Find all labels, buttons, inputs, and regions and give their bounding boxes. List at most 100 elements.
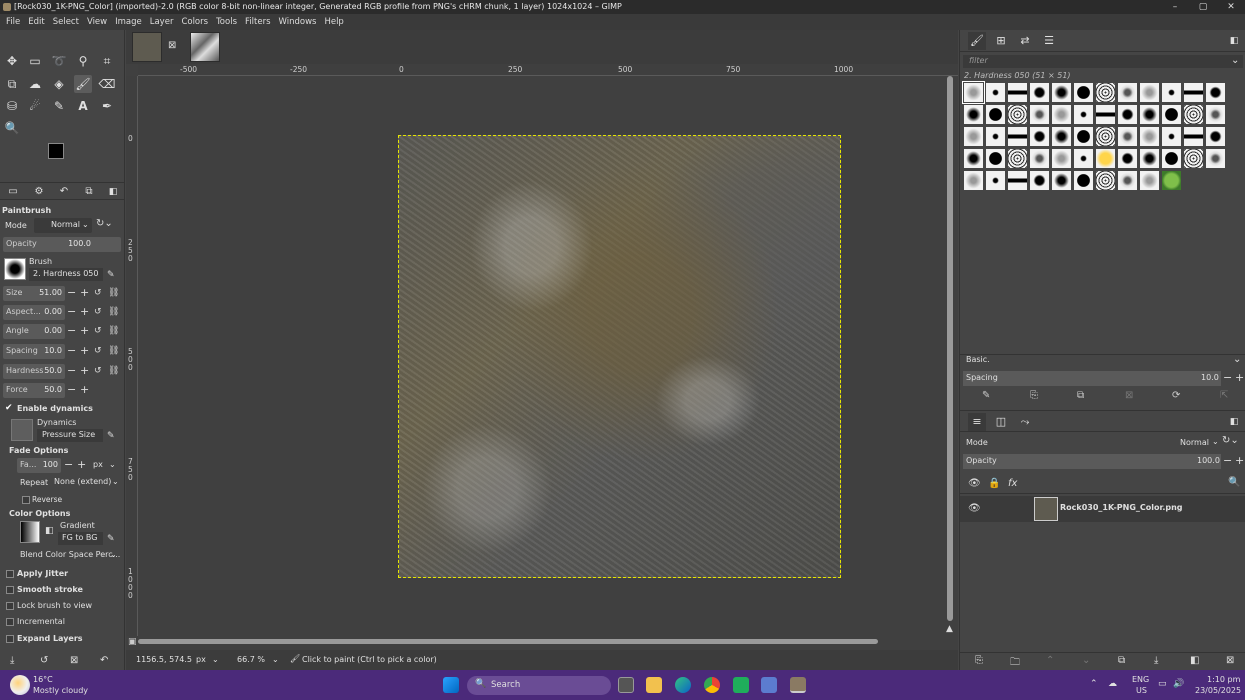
layer-mask-icon[interactable]: ◧ bbox=[1190, 655, 1199, 666]
layer-visibility-icon[interactable]: 👁 bbox=[968, 503, 981, 514]
angle-slider[interactable]: Angle 0.00 bbox=[3, 324, 65, 339]
vertical-scroll-thumb[interactable] bbox=[947, 76, 953, 621]
restore-options-icon[interactable]: ↺ bbox=[40, 654, 48, 668]
spacing-plus-icon[interactable]: + bbox=[80, 344, 89, 358]
paths-tool-icon[interactable]: ✎ bbox=[50, 97, 68, 115]
brush-thumbnail[interactable] bbox=[963, 148, 984, 169]
menu-file[interactable]: File bbox=[4, 17, 26, 27]
spacing-link-icon[interactable]: ⛓ bbox=[108, 344, 119, 358]
layer-search-icon[interactable]: 🔍 bbox=[1228, 477, 1240, 488]
menu-select[interactable]: Select bbox=[51, 17, 85, 27]
aspect-slider[interactable]: Aspect... 0.00 bbox=[3, 305, 65, 320]
aspect-link-icon[interactable]: ⛓ bbox=[108, 305, 119, 319]
fade-plus-icon[interactable]: + bbox=[77, 458, 86, 472]
weather-icon[interactable] bbox=[10, 675, 30, 695]
clock-time[interactable]: 1:10 pm bbox=[1207, 675, 1240, 684]
delete-brush-icon[interactable]: ⊠ bbox=[1125, 390, 1133, 401]
windows-start-icon[interactable] bbox=[443, 677, 459, 693]
brush-thumbnail[interactable] bbox=[1051, 104, 1072, 125]
new-brush-icon[interactable]: ⎘ bbox=[1030, 390, 1038, 401]
lasso-tool-icon[interactable]: ➰ bbox=[50, 52, 68, 70]
brush-thumbnail[interactable] bbox=[985, 82, 1006, 103]
brush-thumbnail[interactable] bbox=[1161, 126, 1182, 147]
maximize-button[interactable]: ▢ bbox=[1188, 0, 1218, 14]
monitor-icon[interactable]: ▭ bbox=[1158, 679, 1167, 689]
enable-dynamics-checkbox[interactable]: ✔ bbox=[5, 404, 14, 413]
text-tool-icon[interactable]: A bbox=[74, 97, 92, 115]
delete-options-icon[interactable]: ⊠ bbox=[70, 654, 78, 668]
opacity-slider[interactable]: Opacity 100.0 bbox=[3, 237, 121, 252]
clone-tool-icon[interactable]: ⛁ bbox=[3, 97, 21, 115]
gradient-preview[interactable] bbox=[20, 521, 40, 543]
transform-tool-icon[interactable]: ⧉ bbox=[3, 75, 21, 93]
brush-thumbnail[interactable] bbox=[1051, 82, 1072, 103]
chevron-up-icon[interactable]: ⌃ bbox=[1090, 679, 1098, 689]
undo-history-tab-icon[interactable]: ↶ bbox=[55, 183, 73, 201]
eraser-tool-icon[interactable]: ⌫ bbox=[98, 75, 116, 93]
brush-thumbnail[interactable] bbox=[1007, 82, 1028, 103]
open-brush-icon[interactable]: ⇱ bbox=[1220, 390, 1228, 401]
angle-reset-icon[interactable]: ↺ bbox=[94, 324, 102, 338]
channels-tab-icon[interactable]: ◫ bbox=[992, 413, 1010, 431]
fonts-tab-icon[interactable]: ⇄ bbox=[1016, 32, 1034, 50]
brush-thumbnail[interactable] bbox=[1183, 148, 1204, 169]
hardness-plus-icon[interactable]: + bbox=[80, 364, 89, 378]
menu-layer[interactable]: Layer bbox=[148, 17, 180, 27]
fade-unit-dropdown[interactable]: px ⌄ bbox=[90, 458, 120, 473]
edge-browser-icon[interactable] bbox=[675, 677, 691, 693]
brush-thumbnail[interactable] bbox=[1117, 104, 1138, 125]
brush-thumbnail[interactable] bbox=[1117, 148, 1138, 169]
force-plus-icon[interactable]: + bbox=[80, 383, 89, 397]
spacing-minus-icon[interactable]: − bbox=[67, 344, 76, 358]
fuzzy-select-tool-icon[interactable]: ⚲ bbox=[74, 52, 92, 70]
smudge-tool-icon[interactable]: ☄ bbox=[26, 97, 44, 115]
image-tab-texture[interactable] bbox=[190, 32, 220, 62]
brush-thumbnail[interactable] bbox=[1161, 148, 1182, 169]
brush-spacing-minus-icon[interactable]: − bbox=[1223, 371, 1232, 385]
chrome-browser-icon[interactable] bbox=[704, 677, 720, 693]
brush-thumbnail[interactable] bbox=[1095, 170, 1116, 191]
menu-image[interactable]: Image bbox=[113, 17, 148, 27]
brush-thumbnail[interactable] bbox=[1029, 170, 1050, 191]
brush-thumbnail[interactable] bbox=[1073, 104, 1094, 125]
lower-layer-icon[interactable]: ⌄ bbox=[1082, 655, 1090, 666]
bucket-fill-tool-icon[interactable]: ◈ bbox=[50, 75, 68, 93]
duplicate-layer-icon[interactable]: ⧉ bbox=[1118, 655, 1125, 666]
file-explorer-icon[interactable] bbox=[646, 677, 662, 693]
brush-thumbnail[interactable] bbox=[1117, 170, 1138, 191]
menu-help[interactable]: Help bbox=[322, 17, 349, 27]
region-label[interactable]: US bbox=[1136, 686, 1147, 695]
size-reset-icon[interactable]: ↺ bbox=[94, 286, 102, 300]
brush-preview[interactable] bbox=[4, 258, 26, 280]
brush-thumbnail[interactable] bbox=[1205, 126, 1226, 147]
size-plus-icon[interactable]: + bbox=[80, 286, 89, 300]
hardness-link-icon[interactable]: ⛓ bbox=[108, 364, 119, 378]
brush-thumbnail[interactable] bbox=[1183, 126, 1204, 147]
mode-dropdown[interactable]: Normal ⌄ bbox=[34, 218, 92, 233]
smooth-stroke-checkbox[interactable] bbox=[6, 586, 14, 594]
menu-tools[interactable]: Tools bbox=[214, 17, 243, 27]
layer-row[interactable]: 👁 Rock030_1K-PNG_Color.png bbox=[960, 496, 1245, 522]
gimp-taskbar-icon[interactable] bbox=[790, 677, 806, 693]
minimize-button[interactable]: – bbox=[1160, 0, 1190, 14]
configure-tab-icon[interactable]: ◧ bbox=[1225, 32, 1243, 50]
raise-layer-icon[interactable]: ⌃ bbox=[1046, 655, 1054, 666]
task-view-icon[interactable] bbox=[618, 677, 634, 693]
gradient-reverse-icon[interactable]: ◧ bbox=[45, 526, 54, 536]
brush-thumbnail[interactable] bbox=[1051, 126, 1072, 147]
menu-windows[interactable]: Windows bbox=[277, 17, 323, 27]
edit-dynamics-icon[interactable]: ✎ bbox=[107, 429, 115, 443]
brush-thumbnail[interactable] bbox=[1139, 148, 1160, 169]
brush-thumbnail[interactable] bbox=[1139, 104, 1160, 125]
hardness-slider[interactable]: Hardness 50.0 bbox=[3, 364, 65, 379]
dynamics-field[interactable]: Pressure Size bbox=[37, 429, 103, 442]
brush-thumbnail[interactable] bbox=[1139, 170, 1160, 191]
brush-thumbnail[interactable] bbox=[1073, 170, 1094, 191]
clock-date[interactable]: 23/05/2025 bbox=[1195, 686, 1241, 695]
edit-brush-icon[interactable]: ✎ bbox=[982, 390, 990, 401]
edit-brush-icon[interactable]: ✎ bbox=[107, 268, 115, 282]
zoom-tool-icon[interactable]: 🔍 bbox=[3, 119, 21, 137]
expand-layers-checkbox[interactable] bbox=[6, 635, 14, 643]
gradients-tab-icon[interactable]: ☰ bbox=[1040, 32, 1058, 50]
language-label[interactable]: ENG bbox=[1132, 675, 1149, 684]
